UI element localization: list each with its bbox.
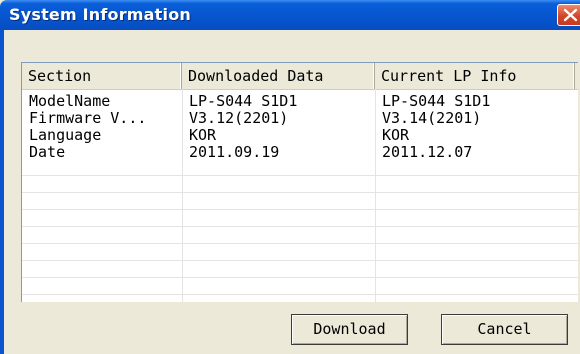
cell-section: Firmware V... <box>29 109 147 127</box>
column-header-downloaded-data[interactable]: Downloaded Data <box>182 63 375 89</box>
close-icon <box>563 8 578 22</box>
window-frame <box>0 30 4 354</box>
cell-downloaded-data: 2011.09.19 <box>189 143 280 161</box>
grid-line <box>22 192 578 193</box>
download-button[interactable]: Download <box>291 314 408 345</box>
grid-line <box>22 175 578 176</box>
grid-line <box>22 294 578 295</box>
grid-line <box>22 243 578 244</box>
grid-line <box>22 277 578 278</box>
cancel-button[interactable]: Cancel <box>441 314 568 345</box>
grid-line <box>22 260 578 261</box>
cell-downloaded-data: LP-S044 S1D1 <box>189 92 298 110</box>
cell-current-lp-info: LP-S044 S1D1 <box>382 92 491 110</box>
system-information-dialog: System Information Section Downloaded Da… <box>0 0 580 354</box>
system-info-list[interactable]: Section Downloaded Data Current LP Info … <box>21 62 578 302</box>
grid-line <box>22 226 578 227</box>
table-row[interactable]: Language KOR KOR <box>22 127 578 144</box>
column-header-section[interactable]: Section <box>22 63 182 89</box>
table-row[interactable]: ModelName LP-S044 S1D1 LP-S044 S1D1 <box>22 93 578 110</box>
close-button[interactable] <box>557 4 580 26</box>
title-bar[interactable]: System Information <box>0 0 580 30</box>
list-header: Section Downloaded Data Current LP Info <box>22 63 578 90</box>
grid-line <box>22 209 578 210</box>
table-row[interactable]: Date 2011.09.19 2011.12.07 <box>22 144 578 161</box>
cell-downloaded-data: KOR <box>189 126 217 144</box>
cell-section: ModelName <box>29 92 111 110</box>
cell-current-lp-info: 2011.12.07 <box>382 143 473 161</box>
cell-downloaded-data: V3.12(2201) <box>189 109 289 127</box>
cell-current-lp-info: KOR <box>382 126 410 144</box>
column-header-current-lp-info[interactable]: Current LP Info <box>375 63 575 89</box>
table-row[interactable]: Firmware V... V3.12(2201) V3.14(2201) <box>22 110 578 127</box>
cell-section: Date <box>29 143 66 161</box>
cell-section: Language <box>29 126 102 144</box>
cell-current-lp-info: V3.14(2201) <box>382 109 482 127</box>
window-title: System Information <box>9 5 191 24</box>
